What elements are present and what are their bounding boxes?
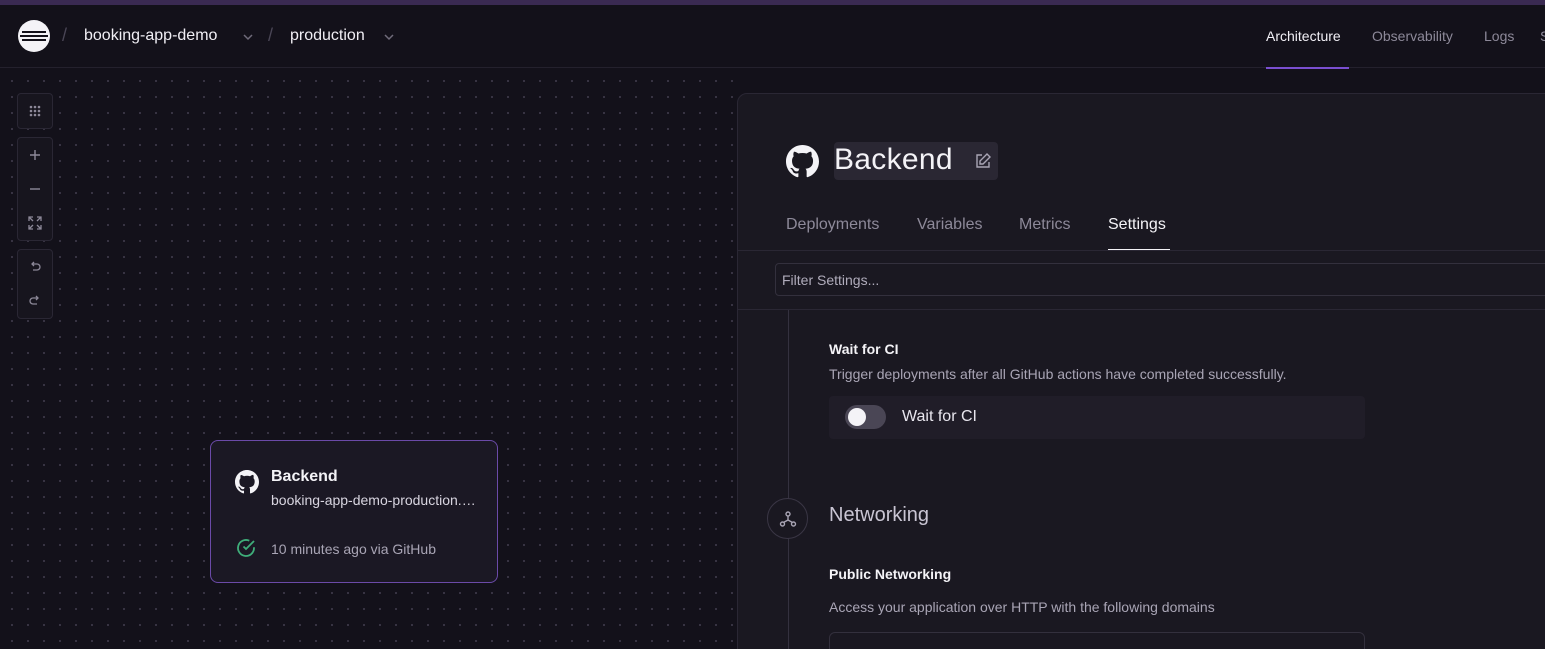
architecture-canvas[interactable]: Backend booking-app-demo-production.up.r… [0, 69, 738, 649]
canvas-history-controls [17, 249, 53, 319]
tab-settings[interactable]: Settings [1108, 216, 1166, 234]
public-networking-description: Access your application over HTTP with t… [829, 599, 1215, 615]
grid-menu-icon[interactable] [18, 94, 52, 128]
github-icon [786, 145, 819, 178]
fit-view-icon[interactable] [18, 206, 52, 240]
github-icon [235, 470, 259, 494]
project-name[interactable]: booking-app-demo [84, 27, 217, 45]
environment-name[interactable]: production [290, 27, 365, 45]
filter-settings-input[interactable] [775, 263, 1545, 296]
tab-observability[interactable]: Observability [1372, 28, 1453, 44]
wait-for-ci-heading: Wait for CI [829, 341, 899, 357]
zoom-in-icon[interactable] [18, 138, 52, 172]
networking-section-marker [767, 498, 808, 539]
toggle-knob [848, 408, 866, 426]
edit-icon[interactable] [974, 152, 992, 170]
settings-timeline-line [788, 310, 789, 649]
redo-icon[interactable] [18, 284, 52, 318]
deployment-status-text: 10 minutes ago via GitHub [271, 541, 436, 557]
zoom-out-icon[interactable] [18, 172, 52, 206]
service-name-editable[interactable]: Backend [834, 142, 998, 180]
tab-metrics[interactable]: Metrics [1019, 216, 1071, 234]
canvas-zoom-controls [17, 137, 53, 241]
filter-divider [738, 309, 1545, 310]
tab-architecture[interactable]: Architecture [1266, 28, 1341, 44]
tab-variables[interactable]: Variables [917, 216, 983, 234]
service-card-title: Backend [271, 468, 338, 485]
breadcrumb-separator: / [62, 25, 68, 45]
active-tab-indicator [1266, 67, 1349, 69]
wait-for-ci-toggle-label: Wait for CI [902, 408, 977, 425]
wait-for-ci-description: Trigger deployments after all GitHub act… [829, 366, 1287, 382]
service-card-domain: booking-app-demo-production.up.railway.a… [271, 492, 481, 508]
network-icon [779, 510, 796, 527]
check-circle-icon [237, 539, 255, 557]
domain-list-box[interactable] [829, 632, 1365, 649]
top-header: / booking-app-demo / production Architec… [0, 5, 1545, 69]
wait-for-ci-toggle[interactable] [845, 405, 886, 429]
chevron-down-icon[interactable] [382, 30, 396, 44]
networking-heading: Networking [829, 504, 930, 526]
tab-settings-truncated[interactable]: S [1540, 28, 1545, 44]
canvas-toolbar-grid [17, 93, 53, 129]
service-card-backend[interactable]: Backend booking-app-demo-production.up.r… [210, 440, 498, 583]
public-networking-heading: Public Networking [829, 566, 952, 582]
service-name[interactable]: Backend [834, 143, 953, 177]
tab-logs[interactable]: Logs [1484, 28, 1514, 44]
breadcrumb-separator: / [268, 25, 274, 45]
tab-deployments[interactable]: Deployments [786, 216, 879, 234]
tabs-divider [738, 250, 1545, 251]
railway-logo-icon[interactable] [18, 20, 50, 52]
wait-for-ci-row: Wait for CI [829, 396, 1365, 439]
undo-icon[interactable] [18, 250, 52, 284]
service-settings-panel: Backend Deployments Variables Metrics Se… [737, 93, 1545, 649]
chevron-down-icon[interactable] [241, 30, 255, 44]
